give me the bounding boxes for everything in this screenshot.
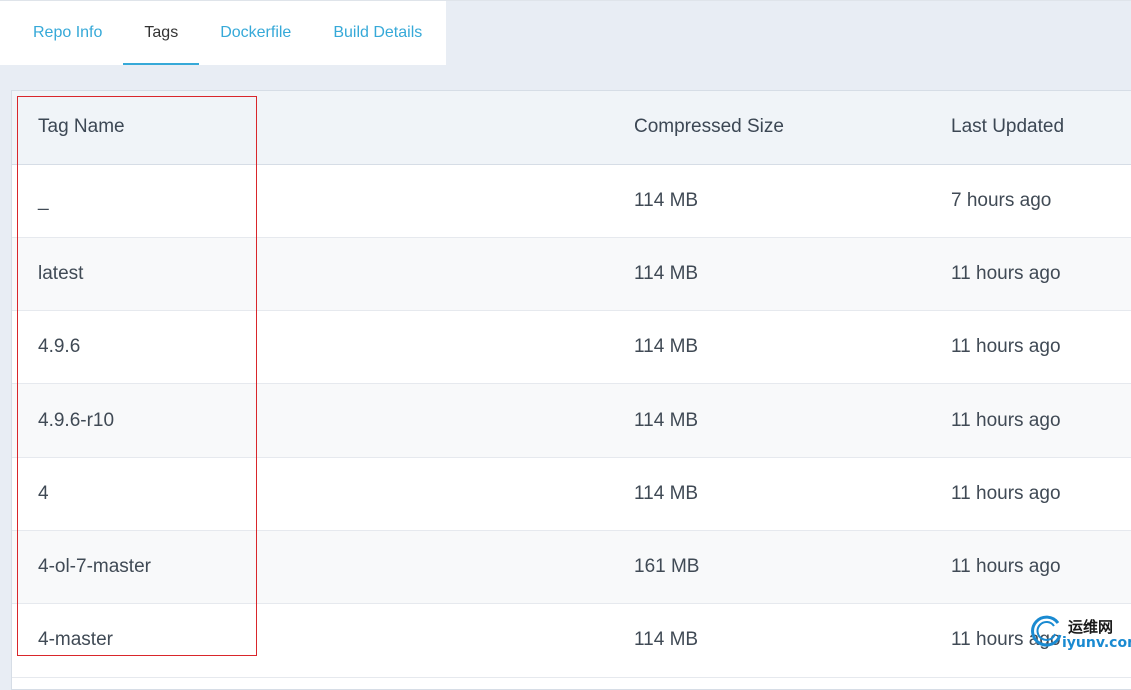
size-cell: 114 MB — [634, 482, 699, 504]
header-compressed-size[interactable]: Compressed Size — [608, 91, 925, 164]
tab-dockerfile[interactable]: Dockerfile — [199, 1, 312, 65]
tag-name-cell: 4.9.6-r10 — [38, 409, 115, 431]
tab-dockerfile-label: Dockerfile — [220, 24, 292, 41]
header-last-updated[interactable]: Last Updated — [925, 91, 1131, 164]
table-row[interactable]: latest 114 MB 11 hours ago — [12, 237, 1131, 311]
tab-bar: Repo Info Tags Dockerfile Build Details — [0, 1, 446, 65]
tag-name-cell: 4-ol-7-master — [38, 556, 151, 578]
table-row[interactable]: 4-ol-7-master 161 MB 11 hours ago — [12, 530, 1131, 604]
updated-cell: 11 hours ago — [951, 556, 1061, 578]
tab-tags-label: Tags — [144, 24, 179, 41]
updated-cell: 11 hours ago — [951, 409, 1061, 431]
tag-name-cell: 4.9.6 — [38, 336, 81, 358]
tag-name-cell: 4-master — [38, 629, 113, 651]
table-row[interactable]: 4.9.6-r10 114 MB 11 hours ago — [12, 383, 1131, 458]
size-cell: 114 MB — [634, 336, 699, 358]
tab-build-details[interactable]: Build Details — [312, 1, 443, 65]
tag-name-cell: _ — [38, 189, 49, 211]
tab-tags[interactable]: Tags — [123, 1, 199, 65]
tags-table: Tag Name Compressed Size Last Updated _ … — [12, 91, 1131, 678]
tag-name-cell: latest — [38, 262, 84, 284]
size-cell: 114 MB — [634, 262, 699, 284]
size-cell: 161 MB — [634, 556, 700, 578]
tab-repo-info-label: Repo Info — [33, 24, 103, 41]
table-row[interactable]: 4-master 114 MB 11 hours ago — [12, 603, 1131, 678]
table-header-row: Tag Name Compressed Size Last Updated — [12, 91, 1131, 164]
updated-cell: 7 hours ago — [951, 189, 1052, 211]
size-cell: 114 MB — [634, 629, 699, 651]
size-cell: 114 MB — [634, 189, 699, 211]
tags-table-container: Tag Name Compressed Size Last Updated _ … — [11, 90, 1131, 690]
top-bar: Repo Info Tags Dockerfile Build Details — [0, 0, 1131, 65]
table-row[interactable]: 4 114 MB 11 hours ago — [12, 457, 1131, 531]
updated-cell: 11 hours ago — [951, 262, 1061, 284]
updated-cell: 11 hours ago — [951, 629, 1061, 651]
table-row[interactable]: 4.9.6 114 MB 11 hours ago — [12, 310, 1131, 384]
header-tag-name[interactable]: Tag Name — [12, 91, 608, 164]
tag-name-cell: 4 — [38, 482, 49, 504]
table-row[interactable]: _ 114 MB 7 hours ago — [12, 164, 1131, 238]
updated-cell: 11 hours ago — [951, 336, 1061, 358]
updated-cell: 11 hours ago — [951, 482, 1061, 504]
size-cell: 114 MB — [634, 409, 699, 431]
tab-build-details-label: Build Details — [333, 24, 423, 41]
tab-repo-info[interactable]: Repo Info — [12, 1, 123, 65]
